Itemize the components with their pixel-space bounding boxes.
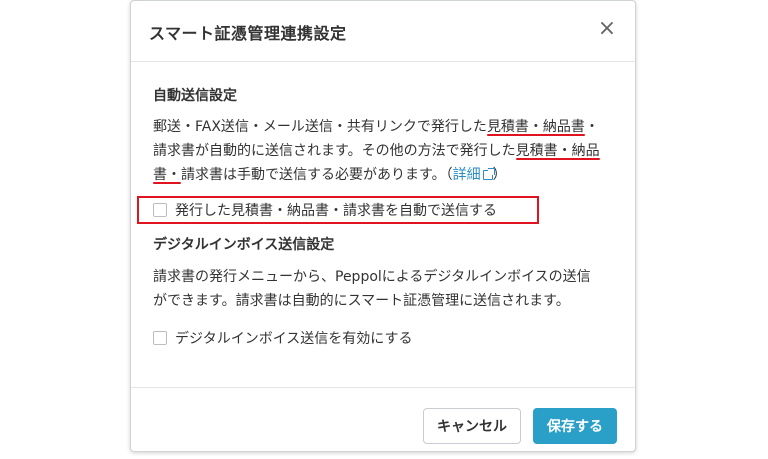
auto-send-heading: 自動送信設定 xyxy=(153,88,237,104)
auto-send-line-2: 請求書が自動的に送信されます。その他の方法で発行した見積書・納品 xyxy=(153,139,623,163)
auto-send-line-1: 郵送・FAX送信・メール送信・共有リンクで発行した見積書・納品書・ xyxy=(153,115,623,139)
text-span: ） xyxy=(492,167,507,183)
text-span: 請求書が自動的に送信されます。その他の方法で発行した xyxy=(153,143,516,159)
digital-invoice-checkbox-row[interactable]: デジタルインボイス送信を有効にする xyxy=(153,327,412,349)
dialog-header: スマート証憑管理連携設定 × xyxy=(131,1,635,62)
external-link-icon xyxy=(482,168,495,180)
underlined-text: 見積書・納品 xyxy=(515,143,600,159)
details-link-label: 詳細 xyxy=(452,167,481,183)
digital-invoice-checkbox[interactable] xyxy=(153,331,167,345)
save-button[interactable]: 保存する xyxy=(533,408,617,444)
auto-send-line-3: 書・請求書は手動で送信する必要があります。（詳細 ） xyxy=(153,163,623,187)
underlined-text: 書・ xyxy=(153,167,181,183)
underlined-text: 見積書・納品書 xyxy=(486,119,585,135)
digital-invoice-checkbox-label: デジタルインボイス送信を有効にする xyxy=(175,331,413,347)
text-span: ・ xyxy=(584,119,599,135)
close-icon[interactable]: × xyxy=(595,17,619,41)
digital-invoice-line-1: 請求書の発行メニューから、Peppolによるデジタルインボイスの送信 xyxy=(153,269,591,285)
cancel-button[interactable]: キャンセル xyxy=(423,408,521,444)
text-span: 郵送・FAX送信・メール送信・共有リンクで発行した xyxy=(153,119,487,135)
text-span: 請求書は手動で送信する必要があります。（ xyxy=(181,167,453,183)
dialog-title: スマート証憑管理連携設定 xyxy=(149,24,347,43)
details-link[interactable]: 詳細 xyxy=(452,167,495,183)
annotation-highlight-box xyxy=(137,196,539,224)
digital-invoice-heading: デジタルインボイス送信設定 xyxy=(153,237,335,253)
digital-invoice-line-2: ができます。請求書は自動的にスマート証憑管理に送信されます。 xyxy=(153,293,570,309)
settings-dialog: スマート証憑管理連携設定 × 自動送信設定 郵送・FAX送信・メール送信・共有リ… xyxy=(130,0,636,452)
dialog-footer: キャンセル 保存する xyxy=(131,387,635,451)
digital-invoice-description: 請求書の発行メニューから、Peppolによるデジタルインボイスの送信 ができます… xyxy=(153,265,623,313)
auto-send-description: 郵送・FAX送信・メール送信・共有リンクで発行した見積書・納品書・ 請求書が自動… xyxy=(153,115,623,187)
